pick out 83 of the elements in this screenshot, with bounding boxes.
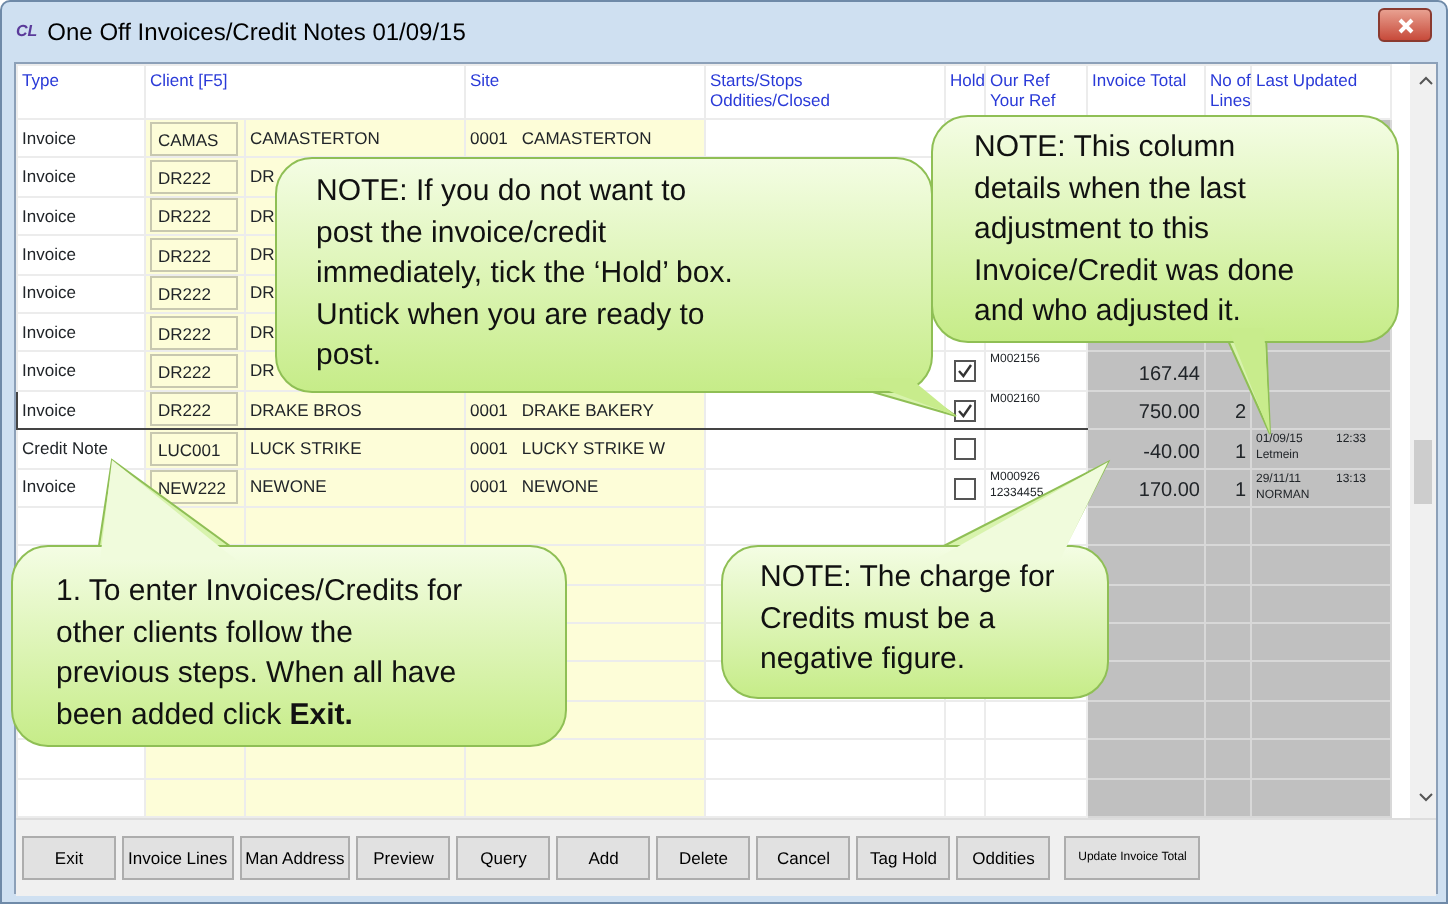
table-cell: 0001	[470, 476, 508, 497]
table-cell: Invoice	[22, 127, 76, 148]
table-cell: 2	[1234, 402, 1246, 425]
table-cell: Invoice	[22, 243, 76, 264]
table-cell: DR	[250, 321, 275, 342]
toolbar-button[interactable]: Add	[556, 836, 651, 880]
callout-text: NOTE: The charge for Credits must be a negative figure.	[760, 558, 1057, 680]
client-code-field[interactable]: DR222	[150, 276, 238, 311]
table-cell: Invoice	[22, 399, 76, 420]
toolbar-button[interactable]: Exit	[22, 836, 116, 880]
column-header: Last Updated	[1256, 72, 1360, 92]
window-title: One Off Invoices/Credit Notes 01/09/15	[47, 15, 466, 49]
table-cell: LUCK STRIKE	[250, 437, 362, 458]
table-cell: -40.00	[1143, 441, 1200, 464]
client-code-field[interactable]: DR222	[150, 160, 238, 195]
toolbar-button[interactable]: Delete	[656, 836, 751, 880]
hold-checkbox[interactable]	[954, 477, 976, 500]
toolbar-button[interactable]: Oddities	[956, 836, 1051, 880]
table-cell: DRAKE BROS	[250, 399, 362, 420]
table-cell: 0001	[470, 399, 508, 420]
table-cell: 750.00	[1138, 402, 1200, 425]
close-button[interactable]	[1378, 8, 1432, 42]
column-header: Invoice Total	[1092, 72, 1189, 92]
table-cell: 170.00	[1138, 479, 1200, 502]
table-cell: DR	[250, 360, 275, 381]
client-code-field[interactable]: DR222	[150, 392, 238, 427]
table-cell: 1	[1234, 441, 1246, 464]
column-header: Starts/Stops	[710, 72, 805, 92]
table-cell: DR	[250, 205, 275, 226]
toolbar-button[interactable]: Cancel	[756, 836, 851, 880]
table-cell: CAMASTERTON	[521, 127, 652, 148]
client-code-field[interactable]: CAMAS	[150, 121, 238, 156]
scroll-up-icon[interactable]	[1418, 76, 1434, 86]
table-cell: 0001	[470, 437, 508, 458]
table-cell: DR	[250, 282, 275, 303]
column-header: No of	[1210, 72, 1246, 92]
table-cell: DR	[250, 243, 275, 264]
table-cell: 0001	[470, 127, 508, 148]
column-header: Site	[470, 72, 502, 92]
callout-text: 1. To enter Invoices/Credits for other clients follow the previous steps. When all have been added click Exit.	[56, 572, 465, 735]
table-cell: Invoice	[22, 321, 76, 342]
client-code-field[interactable]: DR222	[150, 315, 238, 350]
toolbar-button[interactable]: Man Address	[239, 836, 351, 880]
column-header: Client [F5]	[150, 72, 230, 92]
table-cell: Invoice	[22, 205, 76, 226]
column-header: Your Ref	[990, 91, 1058, 112]
hold-checkbox[interactable]	[954, 399, 976, 422]
scrollbar[interactable]	[1410, 64, 1436, 818]
table-cell: 167.44	[1138, 363, 1200, 386]
table-cell: DRAKE BAKERY	[521, 399, 654, 420]
scroll-thumb[interactable]	[1414, 440, 1432, 504]
column-header: Lines	[1210, 91, 1246, 112]
table-cell: CAMASTERTON	[250, 127, 380, 148]
column-header: Oddities/Closed	[710, 91, 833, 112]
scroll-down-icon[interactable]	[1418, 792, 1434, 802]
toolbar-button[interactable]: Preview	[356, 836, 451, 880]
column-header: Hold	[950, 72, 980, 92]
client-code-field[interactable]: DR222	[150, 237, 238, 272]
client-code-field[interactable]: DR222	[150, 198, 238, 233]
table-cell: 1	[1234, 479, 1246, 502]
hold-checkbox[interactable]	[954, 360, 976, 383]
table-cell: Credit Note	[22, 437, 108, 458]
table-cell: Invoice	[22, 282, 76, 303]
toolbar-button[interactable]: Invoice Lines	[122, 836, 234, 880]
table-cell: Invoice	[22, 360, 76, 381]
hold-checkbox[interactable]	[954, 438, 976, 461]
close-icon	[1397, 17, 1413, 33]
table-cell: NEWONE	[521, 476, 599, 497]
client-code-field[interactable]: LUC001	[150, 431, 238, 466]
table-cell: NEWONE	[250, 476, 327, 497]
callout-text: NOTE: This column details when the last adjustment to this Invoice/Credit was done and who adjusted it.	[974, 128, 1297, 332]
app-label: CL	[16, 19, 38, 43]
table-cell: LUCKY STRIKE W	[521, 437, 666, 458]
column-header: Our Ref	[990, 72, 1052, 92]
client-code-field[interactable]: NEW222	[150, 470, 238, 505]
toolbar-button[interactable]: Query	[456, 836, 551, 880]
column-header: Type	[22, 72, 61, 92]
table-cell: DR	[250, 166, 275, 187]
table-cell: Invoice	[22, 166, 76, 187]
toolbar-button[interactable]: Tag Hold	[856, 836, 951, 880]
table-cell: Invoice	[22, 476, 76, 497]
client-code-field[interactable]: DR222	[150, 354, 238, 389]
callout-text: NOTE: If you do not want to post the invoice/credit immediately, tick the ‘Hold’ box. Untick when you are ready to post.	[316, 172, 735, 376]
